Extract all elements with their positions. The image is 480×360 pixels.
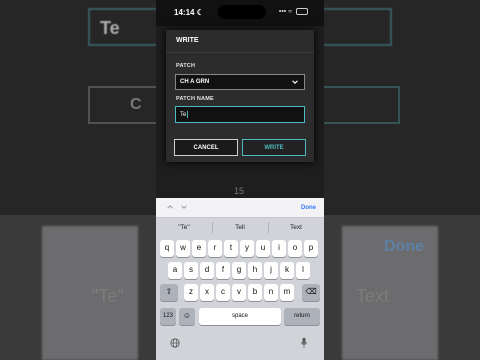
key-f[interactable]: f bbox=[216, 262, 230, 279]
key-h[interactable]: h bbox=[248, 262, 262, 279]
chevron-up-icon[interactable] bbox=[166, 203, 174, 211]
patch-select[interactable]: CH A GRN bbox=[175, 74, 305, 90]
key-y[interactable]: y bbox=[240, 240, 254, 257]
suggestion-bar: "Te" Tell Text bbox=[156, 218, 324, 236]
key-x[interactable]: x bbox=[200, 284, 214, 301]
key-b[interactable]: b bbox=[248, 284, 262, 301]
cancel-button[interactable]: CANCEL bbox=[174, 139, 238, 156]
suggestion-2[interactable]: Tell bbox=[212, 224, 268, 231]
globe-icon[interactable] bbox=[170, 338, 180, 348]
bg-suggestion-left: "Te" bbox=[92, 286, 124, 306]
write-dialog: WRITE PATCH CH A GRN PATCH NAME Te CANCE… bbox=[166, 30, 314, 162]
key-s[interactable]: s bbox=[184, 262, 198, 279]
patch-label: PATCH bbox=[176, 63, 196, 69]
patch-name-input[interactable]: Te bbox=[175, 106, 305, 123]
space-key[interactable]: space bbox=[199, 308, 281, 325]
signal-icon: ••• ≈ bbox=[278, 8, 293, 16]
dialog-divider bbox=[166, 52, 314, 53]
status-icons: ••• ≈ bbox=[279, 8, 308, 15]
ios-keyboard: Done "Te" Tell Text q w e r t y u i o p … bbox=[156, 198, 324, 360]
shift-key[interactable]: ⇧ bbox=[160, 284, 178, 301]
status-time: 14:14 ☾ bbox=[174, 8, 204, 17]
return-key[interactable]: return bbox=[284, 308, 320, 325]
dynamic-island bbox=[218, 5, 266, 19]
key-o[interactable]: o bbox=[288, 240, 302, 257]
key-d[interactable]: d bbox=[200, 262, 214, 279]
numbers-key[interactable]: 123 bbox=[160, 308, 176, 325]
battery-icon bbox=[296, 8, 308, 15]
keyboard-accessory-bar: Done bbox=[156, 198, 324, 218]
dialog-title: WRITE bbox=[176, 37, 199, 44]
patch-select-value: CH A GRN bbox=[180, 79, 210, 85]
key-a[interactable]: a bbox=[168, 262, 182, 279]
emoji-key[interactable]: ☺ bbox=[179, 308, 195, 325]
bg-suggestion-right: Text bbox=[356, 286, 390, 306]
key-g[interactable]: g bbox=[232, 262, 246, 279]
key-v[interactable]: v bbox=[232, 284, 246, 301]
key-p[interactable]: p bbox=[304, 240, 318, 257]
key-k[interactable]: k bbox=[280, 262, 294, 279]
key-l[interactable]: l bbox=[296, 262, 310, 279]
delete-key[interactable]: ⌫ bbox=[302, 284, 320, 301]
app-dim-number: 15 bbox=[234, 186, 245, 196]
key-u[interactable]: u bbox=[256, 240, 270, 257]
key-w[interactable]: w bbox=[176, 240, 190, 257]
key-e[interactable]: e bbox=[192, 240, 206, 257]
suggestion-1[interactable]: "Te" bbox=[156, 224, 212, 231]
key-q[interactable]: q bbox=[160, 240, 174, 257]
key-t[interactable]: t bbox=[224, 240, 238, 257]
phone-screen: 14:14 ☾ ••• ≈ 15 WRITE PATCH CH A GRN PA… bbox=[156, 0, 324, 360]
patch-name-label: PATCH NAME bbox=[176, 96, 214, 102]
suggestion-3[interactable]: Text bbox=[268, 224, 324, 231]
write-button[interactable]: WRITE bbox=[242, 139, 306, 156]
chevron-down-icon[interactable] bbox=[180, 203, 188, 211]
key-z[interactable]: z bbox=[184, 284, 198, 301]
bg-done: Done bbox=[384, 238, 424, 255]
status-bar: 14:14 ☾ ••• ≈ bbox=[156, 0, 324, 26]
key-m[interactable]: m bbox=[280, 284, 294, 301]
microphone-icon[interactable] bbox=[300, 337, 308, 349]
chevron-down-icon bbox=[292, 80, 298, 84]
key-c[interactable]: c bbox=[216, 284, 230, 301]
key-i[interactable]: i bbox=[272, 240, 286, 257]
patch-name-value: Te bbox=[180, 112, 187, 119]
text-caret bbox=[186, 111, 188, 118]
key-r[interactable]: r bbox=[208, 240, 222, 257]
keyboard-bottom-row bbox=[156, 332, 324, 360]
key-n[interactable]: n bbox=[264, 284, 278, 301]
keyboard-done-button[interactable]: Done bbox=[301, 205, 316, 211]
key-j[interactable]: j bbox=[264, 262, 278, 279]
